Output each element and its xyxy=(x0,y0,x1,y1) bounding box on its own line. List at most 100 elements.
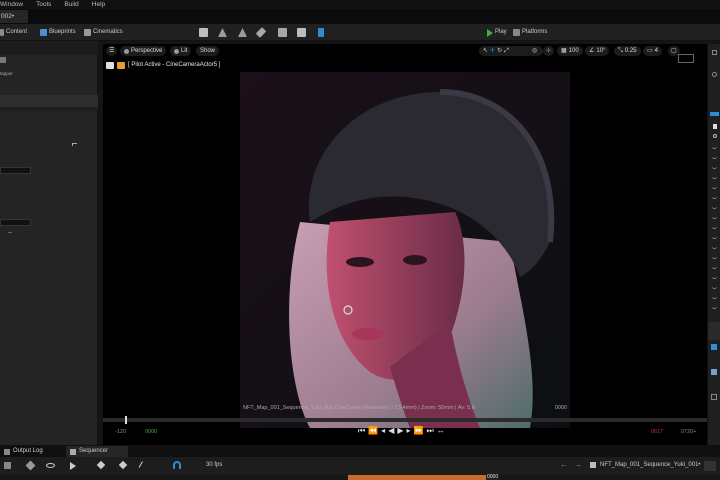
row-eye-icon[interactable] xyxy=(712,296,717,299)
range-end[interactable]: 0617 xyxy=(651,429,663,435)
selected-row-highlight[interactable] xyxy=(710,112,719,116)
prev-key-icon[interactable]: ⏪ xyxy=(368,426,378,436)
landscape-mode-icon[interactable] xyxy=(218,28,227,37)
outliner-panel xyxy=(707,44,720,445)
sequencer-timeline[interactable]: 0000 xyxy=(0,474,720,480)
range-start-outer: -120 xyxy=(115,429,127,435)
row-eye-icon[interactable] xyxy=(712,286,717,289)
settings-icon[interactable] xyxy=(711,394,717,400)
angle-snap-button[interactable]: ∠ 10° xyxy=(585,46,610,56)
level-tab[interactable]: 002• xyxy=(0,10,28,23)
reset-arrow-icon[interactable] xyxy=(72,143,77,146)
step-forward-icon[interactable]: ▸ xyxy=(407,426,411,436)
property-field-1[interactable] xyxy=(0,167,31,174)
camera-speed-button[interactable]: ▭ 4 xyxy=(643,46,663,56)
modeling-mode-icon[interactable] xyxy=(278,28,287,37)
foliage-mode-icon[interactable] xyxy=(238,28,247,37)
fracture-mode-icon[interactable] xyxy=(297,28,306,37)
row-eye-icon[interactable] xyxy=(712,306,717,309)
row-eye-icon[interactable] xyxy=(712,206,717,209)
back-arrow-icon[interactable]: ← xyxy=(560,460,568,469)
surface-snap-button[interactable]: ⊹ xyxy=(543,46,555,56)
grid-snap-button[interactable]: ▦ 100 xyxy=(557,46,583,56)
camera-render-frame xyxy=(240,72,570,428)
play-label: Play xyxy=(495,29,507,35)
tools-icon[interactable] xyxy=(25,460,36,471)
menu-tools[interactable]: Tools xyxy=(36,1,51,8)
row-eye-icon[interactable] xyxy=(712,236,717,239)
frame-rate-select[interactable]: 30 fps xyxy=(206,462,222,468)
eject-icon[interactable] xyxy=(117,61,125,69)
animation-mode-icon[interactable] xyxy=(318,28,324,37)
row-eye-icon[interactable] xyxy=(712,146,717,149)
add-key-icon[interactable] xyxy=(118,460,128,470)
section-header[interactable] xyxy=(0,95,98,107)
save-icon[interactable] xyxy=(4,462,11,469)
edit-icon[interactable] xyxy=(138,461,147,470)
row-eye-icon[interactable] xyxy=(712,266,717,269)
view-icon[interactable] xyxy=(46,463,55,468)
camera-icon[interactable] xyxy=(106,61,114,69)
snap-magnet-icon[interactable] xyxy=(173,461,181,469)
playback-range-bar[interactable] xyxy=(103,418,707,422)
row-eye-icon[interactable] xyxy=(712,186,717,189)
playhead-marker[interactable] xyxy=(125,416,127,424)
tab-sequencer[interactable]: Sequencer xyxy=(66,446,128,457)
row-eye-icon[interactable] xyxy=(712,276,717,279)
key-icon[interactable] xyxy=(96,460,106,470)
perspective-label: Perspective xyxy=(131,48,163,54)
world-local-button[interactable]: ◎ xyxy=(529,46,541,56)
paint-mode-icon[interactable] xyxy=(255,27,267,38)
hud-frame-number: 0000 xyxy=(554,405,567,411)
row-eye-icon[interactable] xyxy=(712,176,717,179)
row-eye-icon[interactable] xyxy=(712,226,717,229)
play-reverse-icon[interactable]: ◀ xyxy=(388,426,394,436)
forward-arrow-icon[interactable]: → xyxy=(574,460,582,469)
panel-icon[interactable] xyxy=(712,50,717,55)
jump-end-icon[interactable]: ⏭ xyxy=(426,426,433,436)
scale-snap-button[interactable]: ⤡ 0.25 xyxy=(614,46,641,56)
level-viewport[interactable]: ☰ Perspective Lit Show ↖ ✛ ↻ ⤢ ◎ ⊹ ▦ 100 xyxy=(103,44,707,445)
jump-start-icon[interactable]: ⏮ xyxy=(358,426,365,436)
select-icon[interactable]: ↖ xyxy=(483,46,488,56)
visibility-icon[interactable] xyxy=(712,72,717,77)
expand-icon[interactable] xyxy=(8,232,12,234)
menu-build[interactable]: Build xyxy=(64,1,78,8)
blueprints-button[interactable]: Blueprints xyxy=(40,27,76,38)
camera-speed-icon: ▭ xyxy=(647,48,653,54)
tab-output-log[interactable]: Output Log xyxy=(0,446,43,457)
eye-icon[interactable] xyxy=(713,134,717,138)
playback-icon[interactable] xyxy=(70,462,76,470)
row-eye-icon[interactable] xyxy=(712,166,717,169)
range-start[interactable]: 0000 xyxy=(145,429,157,435)
transform-icon xyxy=(711,369,717,375)
play-forward-icon[interactable]: ▶ xyxy=(397,426,403,436)
platforms-button[interactable]: Platforms xyxy=(513,27,547,38)
content-button[interactable]: Content xyxy=(0,27,27,38)
perspective-button[interactable]: Perspective xyxy=(120,46,167,56)
rotate-icon[interactable]: ↻ xyxy=(497,46,502,56)
show-button[interactable]: Show xyxy=(196,46,220,56)
loop-icon[interactable]: ↔ xyxy=(437,426,445,436)
property-field-2[interactable] xyxy=(0,219,31,226)
translate-icon[interactable]: ✛ xyxy=(490,46,495,56)
row-eye-icon[interactable] xyxy=(712,156,717,159)
row-eye-icon[interactable] xyxy=(712,196,717,199)
step-back-icon[interactable]: ◂ xyxy=(381,426,385,436)
row-eye-icon[interactable] xyxy=(712,216,717,219)
select-mode-icon[interactable] xyxy=(199,28,208,37)
menu-window[interactable]: Window xyxy=(0,1,23,8)
next-key-icon[interactable]: ⏩ xyxy=(414,426,424,436)
viewport-menu-button[interactable]: ☰ xyxy=(106,46,118,56)
lock-icon[interactable] xyxy=(704,461,716,471)
layout-icon[interactable] xyxy=(678,54,694,63)
scale-icon[interactable]: ⤢ xyxy=(504,46,509,56)
row-eye-icon[interactable] xyxy=(712,246,717,249)
play-button[interactable]: Play xyxy=(487,27,507,38)
menu-help[interactable]: Help xyxy=(92,1,105,8)
cinematics-button[interactable]: Cinematics xyxy=(84,27,123,38)
lit-button[interactable]: Lit xyxy=(170,46,192,56)
row-eye-icon[interactable] xyxy=(712,256,717,259)
transport-controls: -120 0000 ⏮ ⏪ ◂ ◀ ▶ ▸ ⏩ ⏭ ↔ 0617 0720+ xyxy=(103,426,707,440)
sequence-name[interactable]: NFT_Map_001_Sequence_Yuki_001• xyxy=(600,462,701,468)
